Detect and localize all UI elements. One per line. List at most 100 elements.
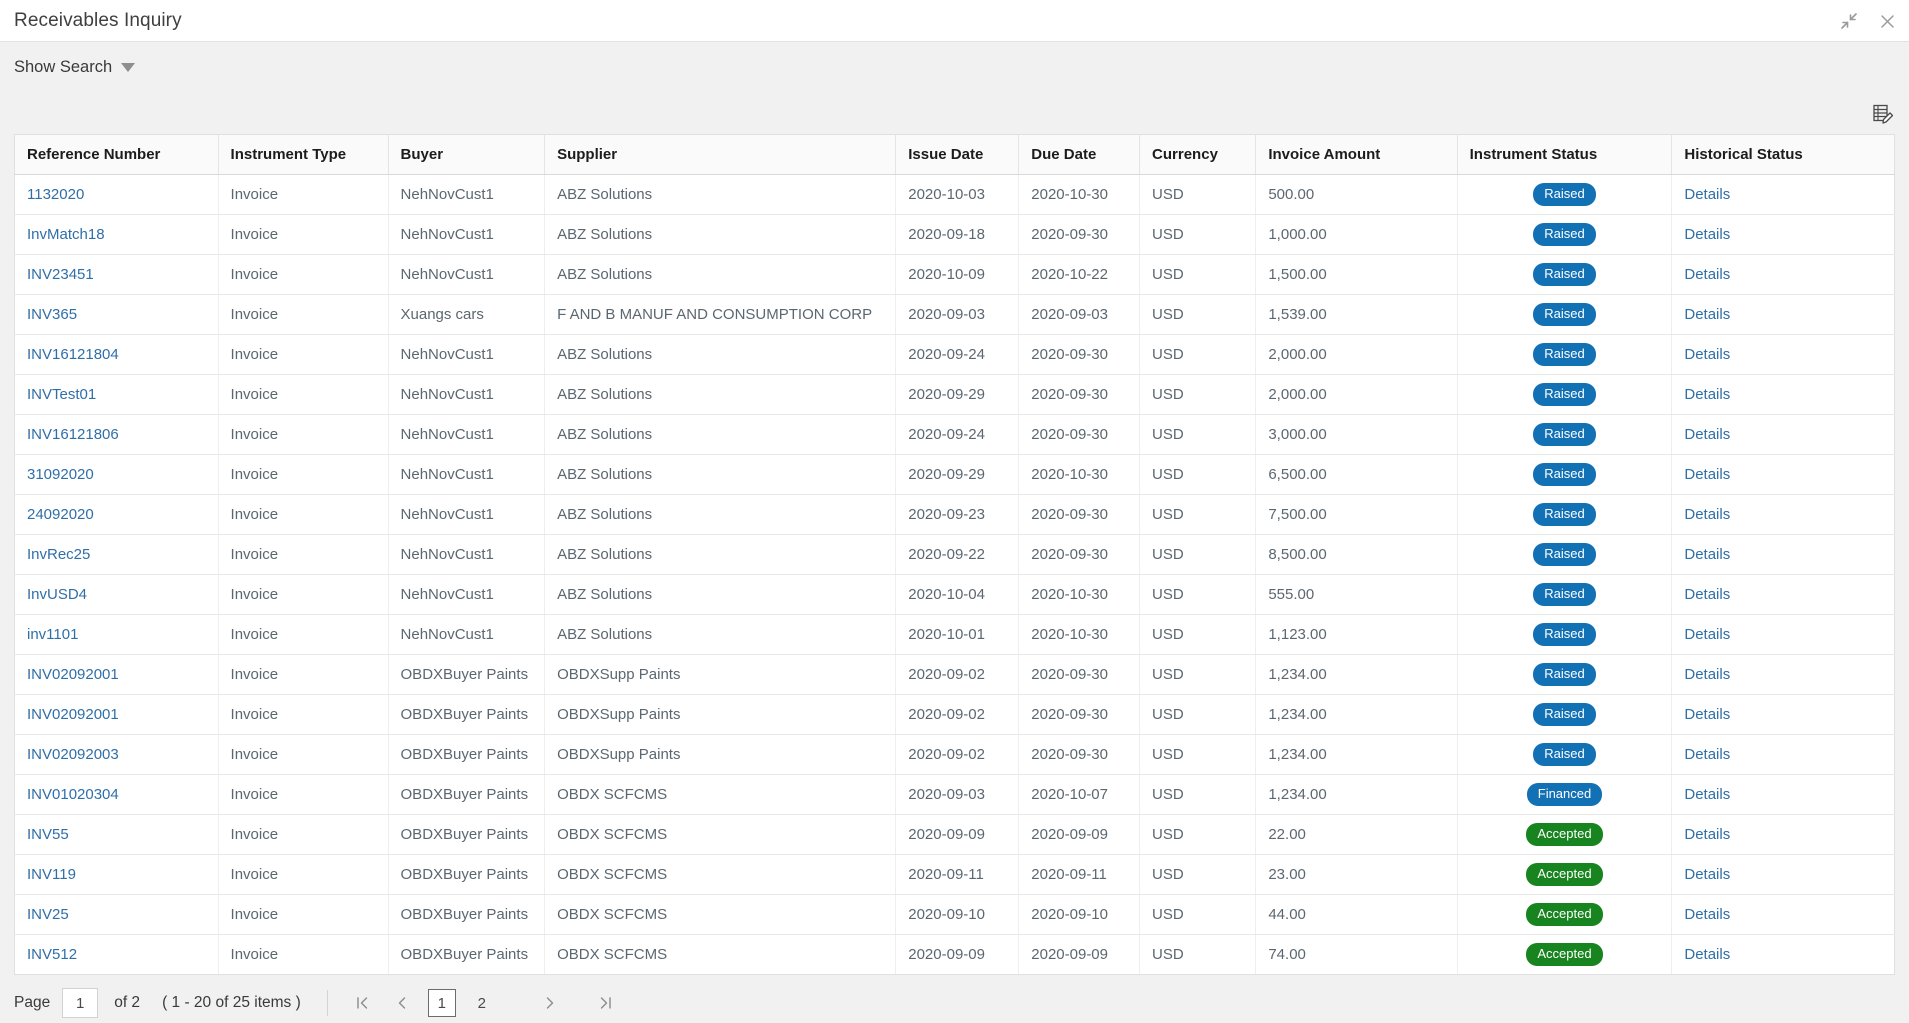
reference-number-link[interactable]: INV02092001 — [27, 666, 119, 683]
historical-status-details-link[interactable]: Details — [1684, 186, 1730, 203]
column-header-currency[interactable]: Currency — [1139, 134, 1257, 175]
cell-buyer: NehNovCust1 — [388, 574, 546, 615]
status-badge: Raised — [1533, 662, 1596, 687]
historical-status-details-link[interactable]: Details — [1684, 266, 1730, 283]
cell-currency: USD — [1139, 814, 1257, 855]
page-button-2[interactable]: 2 — [468, 989, 496, 1017]
previous-page-icon[interactable] — [388, 989, 416, 1017]
cell-supplier: OBDX SCFCMS — [544, 854, 897, 895]
historical-status-details-link[interactable]: Details — [1684, 306, 1730, 323]
cell-due-date: 2020-09-30 — [1018, 334, 1141, 375]
reference-number-link[interactable]: INVTest01 — [27, 386, 96, 403]
cell-instrument-type: Invoice — [218, 854, 389, 895]
issue-date-value: 2020-09-24 — [908, 346, 985, 363]
collapse-arrows-icon[interactable] — [1839, 11, 1859, 31]
column-header-supplier[interactable]: Supplier — [544, 134, 897, 175]
cell-historical-status: Details — [1671, 934, 1895, 975]
historical-status-details-link[interactable]: Details — [1684, 866, 1730, 883]
page-button-1[interactable]: 1 — [427, 989, 456, 1017]
cell-currency: USD — [1139, 294, 1257, 335]
cell-due-date: 2020-09-30 — [1018, 694, 1141, 735]
chevron-down-icon — [121, 63, 136, 72]
reference-number-link[interactable]: 1132020 — [27, 186, 84, 203]
historical-status-details-link[interactable]: Details — [1684, 666, 1730, 683]
cell-instrument-status: Raised — [1457, 694, 1673, 735]
due-date-value: 2020-09-30 — [1031, 226, 1108, 243]
page-number-input[interactable] — [62, 988, 99, 1018]
reference-number-link[interactable]: 31092020 — [27, 466, 94, 483]
cell-due-date: 2020-09-09 — [1018, 934, 1141, 975]
historical-status-details-link[interactable]: Details — [1684, 546, 1730, 563]
column-header-historical-status[interactable]: Historical Status — [1671, 134, 1895, 175]
first-page-icon[interactable] — [348, 989, 376, 1017]
issue-date-value: 2020-09-10 — [908, 906, 985, 923]
reference-number-link[interactable]: INV119 — [27, 866, 76, 883]
reference-number-link[interactable]: InvMatch18 — [27, 226, 105, 243]
table-header-row: Reference Number Instrument Type Buyer S… — [14, 134, 1895, 175]
cell-supplier: F AND B MANUF AND CONSUMPTION CORP — [544, 294, 897, 335]
cell-invoice-amount: 1,000.00 — [1255, 214, 1458, 255]
column-header-reference-number[interactable]: Reference Number — [14, 134, 219, 175]
due-date-value: 2020-09-30 — [1031, 426, 1108, 443]
historical-status-details-link[interactable]: Details — [1684, 426, 1730, 443]
cell-issue-date: 2020-09-02 — [895, 734, 1020, 775]
status-badge: Raised — [1533, 302, 1596, 327]
reference-number-link[interactable]: InvUSD4 — [27, 586, 87, 603]
cell-buyer: OBDXBuyer Paints — [388, 814, 546, 855]
cell-buyer: NehNovCust1 — [388, 254, 546, 295]
column-header-instrument-status[interactable]: Instrument Status — [1457, 134, 1673, 175]
close-icon[interactable] — [1877, 11, 1897, 31]
reference-number-link[interactable]: INV23451 — [27, 266, 94, 283]
reference-number-link[interactable]: INV16121806 — [27, 426, 119, 443]
cell-historical-status: Details — [1671, 254, 1895, 295]
instrument-type-value: Invoice — [230, 906, 279, 923]
last-page-icon[interactable] — [592, 989, 620, 1017]
column-header-invoice-amount[interactable]: Invoice Amount — [1255, 134, 1458, 175]
reference-number-link[interactable]: inv1101 — [27, 626, 78, 643]
invoice-amount-value: 2,000.00 — [1268, 346, 1327, 363]
reference-number-link[interactable]: INV25 — [27, 906, 69, 923]
historical-status-details-link[interactable]: Details — [1684, 946, 1730, 963]
pagination-items-count: ( 1 - 20 of 25 items ) — [162, 994, 301, 1011]
historical-status-details-link[interactable]: Details — [1684, 586, 1730, 603]
buyer-value: OBDXBuyer Paints — [400, 666, 529, 683]
cell-currency: USD — [1139, 174, 1257, 215]
historical-status-details-link[interactable]: Details — [1684, 746, 1730, 763]
historical-status-details-link[interactable]: Details — [1684, 626, 1730, 643]
reference-number-link[interactable]: InvRec25 — [27, 546, 90, 563]
cell-buyer: NehNovCust1 — [388, 454, 546, 495]
reference-number-link[interactable]: INV02092001 — [27, 706, 119, 723]
reference-number-link[interactable]: INV55 — [27, 826, 69, 843]
supplier-value: OBDX SCFCMS — [557, 906, 668, 923]
historical-status-details-link[interactable]: Details — [1684, 906, 1730, 923]
reference-number-link[interactable]: INV02092003 — [27, 746, 119, 763]
cell-invoice-amount: 6,500.00 — [1255, 454, 1458, 495]
column-header-due-date[interactable]: Due Date — [1018, 134, 1141, 175]
cell-reference-number: InvMatch18 — [14, 214, 219, 255]
cell-invoice-amount: 500.00 — [1255, 174, 1458, 215]
reference-number-link[interactable]: INV01020304 — [27, 786, 119, 803]
historical-status-details-link[interactable]: Details — [1684, 346, 1730, 363]
grid-edit-icon[interactable] — [1871, 102, 1895, 126]
table-row: inv1101 Invoice NehNovCust1 ABZ Solutions 20… — [14, 614, 1895, 655]
historical-status-details-link[interactable]: Details — [1684, 826, 1730, 843]
historical-status-details-link[interactable]: Details — [1684, 506, 1730, 523]
status-badge: Accepted — [1526, 862, 1603, 887]
buyer-value: Xuangs cars — [400, 306, 484, 323]
reference-number-link[interactable]: INV512 — [27, 946, 77, 963]
currency-value: USD — [1152, 266, 1184, 283]
column-header-instrument-type[interactable]: Instrument Type — [218, 134, 389, 175]
historical-status-details-link[interactable]: Details — [1684, 466, 1730, 483]
column-header-buyer[interactable]: Buyer — [388, 134, 546, 175]
historical-status-details-link[interactable]: Details — [1684, 226, 1730, 243]
show-search-toggle[interactable]: Show Search — [14, 58, 136, 77]
reference-number-link[interactable]: INV365 — [27, 306, 77, 323]
next-page-icon[interactable] — [536, 989, 564, 1017]
column-header-issue-date[interactable]: Issue Date — [895, 134, 1020, 175]
historical-status-details-link[interactable]: Details — [1684, 386, 1730, 403]
reference-number-link[interactable]: 24092020 — [27, 506, 94, 523]
historical-status-details-link[interactable]: Details — [1684, 786, 1730, 803]
historical-status-details-link[interactable]: Details — [1684, 706, 1730, 723]
instrument-type-value: Invoice — [230, 586, 279, 603]
reference-number-link[interactable]: INV16121804 — [27, 346, 119, 363]
